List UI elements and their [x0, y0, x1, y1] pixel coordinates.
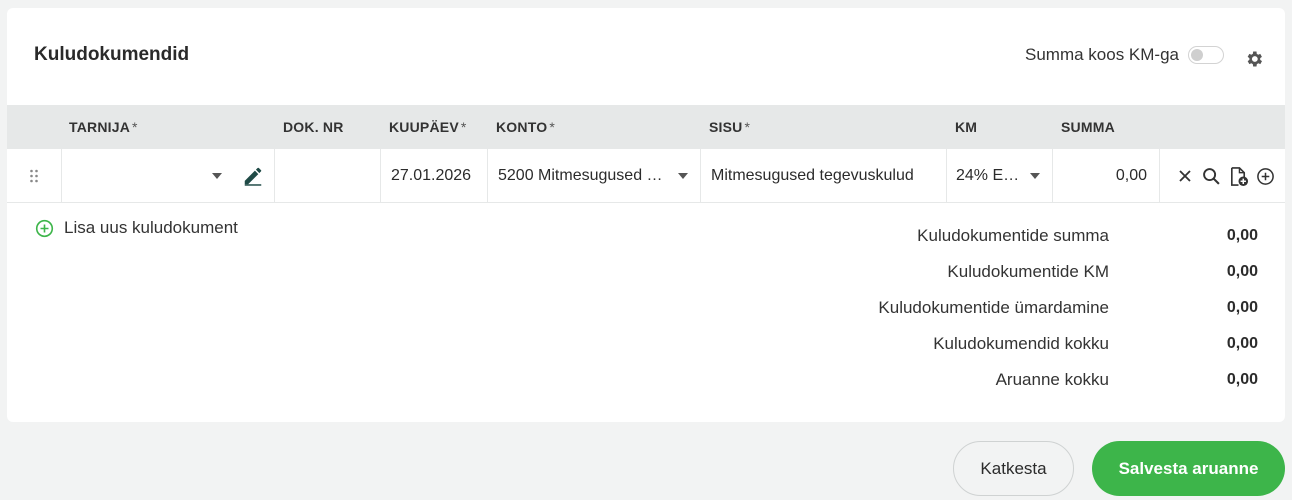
add-row-circle-plus-icon[interactable]: [1255, 166, 1276, 187]
table-header: TARNIJA * DOK. NR KUUPÄEV * KONTO * SISU * K…: [7, 105, 1285, 149]
save-report-button[interactable]: Salvesta aruanne: [1092, 441, 1285, 496]
total-value: 0,00: [1226, 227, 1258, 244]
cancel-button[interactable]: Katkesta: [953, 441, 1074, 496]
toggle-knob: [1191, 49, 1203, 61]
table-row: 27.01.2026 5200 Mitmesugused … Mitmesugu…: [7, 149, 1285, 203]
remove-row-close-icon[interactable]: [1174, 166, 1195, 187]
row-actions: [1160, 149, 1285, 203]
supplier-caret-icon: [212, 173, 222, 179]
total-label: Aruanne kokku: [995, 370, 1109, 389]
date-value: 27.01.2026: [391, 167, 472, 184]
col-header-account: KONTO *: [496, 119, 555, 135]
vat-caret-icon: [1030, 173, 1040, 179]
total-value: 0,00: [1226, 371, 1258, 388]
vat-select[interactable]: 24% E…: [947, 149, 1053, 203]
vat-toggle-label: Summa koos KM-ga: [1025, 45, 1179, 64]
col-header-date: KUUPÄEV *: [389, 119, 467, 135]
vat-toggle[interactable]: [1188, 46, 1224, 64]
col-header-content: SISU *: [709, 119, 751, 135]
total-row-vat: Kuludokumentide KM 0,00: [7, 254, 1285, 290]
add-document-file-icon[interactable]: [1228, 166, 1249, 187]
total-label: Kuludokumendid kokku: [933, 334, 1109, 353]
total-label: Kuludokumentide summa: [917, 226, 1109, 245]
vat-value: 24% E…: [956, 167, 1020, 184]
total-label: Kuludokumentide KM: [947, 262, 1109, 281]
card-title: Kuludokumendid: [34, 44, 190, 65]
account-select[interactable]: 5200 Mitmesugused …: [488, 149, 701, 203]
amount-value: 0,00: [1115, 167, 1147, 184]
total-value: 0,00: [1226, 299, 1258, 316]
vat-toggle-group: Summa koos KM-ga: [1025, 44, 1224, 66]
edit-supplier-pencil-icon[interactable]: [242, 165, 264, 187]
supplier-select[interactable]: [62, 149, 275, 203]
drag-handle-icon[interactable]: [7, 149, 62, 203]
total-row-documents-total: Kuludokumendid kokku 0,00: [7, 326, 1285, 362]
total-label: Kuludokumentide ümardamine: [878, 298, 1109, 317]
total-row-sum: Kuludokumentide summa 0,00: [7, 218, 1285, 254]
total-row-report-total: Aruanne kokku 0,00: [7, 362, 1285, 398]
col-header-supplier: TARNIJA *: [69, 119, 138, 135]
amount-field[interactable]: 0,00: [1053, 149, 1160, 203]
account-value: 5200 Mitmesugused …: [498, 167, 663, 184]
col-header-doc-nr: DOK. NR: [283, 119, 344, 135]
col-header-vat: KM: [955, 119, 978, 135]
total-value: 0,00: [1226, 335, 1258, 352]
expense-documents-card: Kuludokumendid Summa koos KM-ga TARNIJA *…: [7, 8, 1285, 422]
settings-gear-icon[interactable]: [1244, 49, 1264, 69]
total-row-rounding: Kuludokumentide ümardamine 0,00: [7, 290, 1285, 326]
doc-nr-field[interactable]: [275, 149, 381, 203]
content-field[interactable]: Mitmesugused tegevuskulud: [701, 149, 947, 203]
search-icon[interactable]: [1201, 166, 1222, 187]
content-value: Mitmesugused tegevuskulud: [711, 167, 914, 184]
date-field[interactable]: 27.01.2026: [381, 149, 488, 203]
col-header-amount: SUMMA: [1061, 119, 1115, 135]
total-value: 0,00: [1226, 263, 1258, 280]
account-caret-icon: [678, 173, 688, 179]
